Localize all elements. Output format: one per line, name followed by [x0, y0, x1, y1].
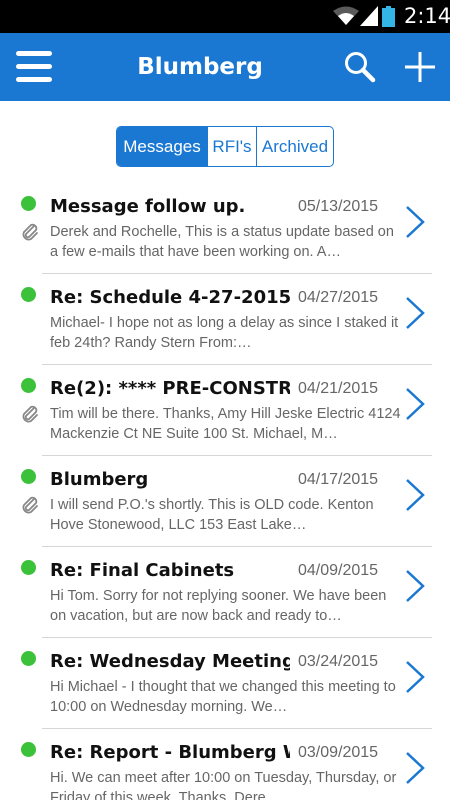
unread-dot [21, 469, 36, 484]
unread-dot [21, 196, 36, 211]
message-subject: Re: Wednesday Meeting [50, 651, 290, 672]
tab-messages[interactable]: Messages [117, 127, 207, 166]
menu-button[interactable] [14, 49, 54, 85]
battery-icon [382, 6, 395, 27]
message-preview: Hi Tom. Sorry for not replying sooner. W… [50, 588, 387, 624]
message-preview: I will send P.O.'s shortly. This is OLD … [50, 497, 374, 533]
message-date: 05/13/2015 [298, 198, 379, 215]
chevron-right-icon[interactable] [404, 751, 426, 785]
unread-dot [21, 378, 36, 393]
signal-icon [360, 6, 378, 26]
message-preview: Hi Michael - I thought that we changed t… [50, 679, 396, 715]
chevron-right-icon[interactable] [404, 296, 426, 330]
message-subject: Blumberg [50, 469, 149, 490]
message-row[interactable]: Re: Report - Blumberg W… 03/09/2015 Hi. … [0, 729, 450, 800]
chevron-right-icon[interactable] [404, 569, 426, 603]
chevron-right-icon[interactable] [404, 660, 426, 694]
message-row[interactable]: Re: Final Cabinets 04/09/2015 Hi Tom. So… [0, 547, 450, 638]
unread-dot [21, 287, 36, 302]
paperclip-icon [22, 496, 38, 514]
search-button[interactable] [342, 49, 378, 85]
message-subject: Re: Schedule 4-27-2015 [50, 287, 290, 308]
message-date: 04/17/2015 [298, 471, 379, 488]
page-title: Blumberg [137, 54, 263, 80]
add-button[interactable] [402, 49, 438, 85]
message-preview: Derek and Rochelle, This is a status upd… [50, 224, 394, 260]
app-bar: Blumberg [0, 33, 450, 101]
tab-bar: Messages RFI's Archived [116, 126, 334, 167]
message-row[interactable]: Message follow up. 05/13/2015 Derek and … [0, 183, 450, 274]
message-row[interactable]: Re: Schedule 4-27-2015 04/27/2015 Michae… [0, 274, 450, 365]
wifi-icon [333, 6, 359, 25]
status-time: 2:14 [404, 4, 450, 28]
message-date: 03/24/2015 [298, 653, 379, 670]
paperclip-icon [22, 223, 38, 241]
unread-dot [21, 742, 36, 757]
message-row[interactable]: Re(2): **** PRE-CONSTR… 04/21/2015 Tim w… [0, 365, 450, 456]
message-subject: Re(2): **** PRE-CONSTR… [50, 378, 290, 399]
message-date: 04/27/2015 [298, 289, 379, 306]
message-subject: Re: Final Cabinets [50, 560, 235, 581]
message-preview: Hi. We can meet after 10:00 on Tuesday, … [50, 770, 397, 800]
message-row[interactable]: Blumberg 04/17/2015 I will send P.O.'s s… [0, 456, 450, 547]
unread-dot [21, 651, 36, 666]
paperclip-icon [22, 405, 38, 423]
chevron-right-icon[interactable] [404, 478, 426, 512]
chevron-right-icon[interactable] [404, 387, 426, 421]
message-date: 04/21/2015 [298, 380, 379, 397]
message-date: 04/09/2015 [298, 562, 379, 579]
tab-archived[interactable]: Archived [256, 127, 333, 166]
chevron-right-icon[interactable] [404, 205, 426, 239]
message-subject: Re: Report - Blumberg W… [50, 742, 290, 763]
message-row[interactable]: Re: Wednesday Meeting 03/24/2015 Hi Mich… [0, 638, 450, 729]
message-preview: Tim will be there. Thanks, Amy Hill Jesk… [50, 406, 401, 442]
plus-icon [405, 52, 435, 82]
tab-rfis[interactable]: RFI's [207, 127, 256, 166]
status-bar: 2:14 [0, 0, 450, 33]
message-date: 03/09/2015 [298, 744, 379, 761]
message-subject: Message follow up. [50, 196, 246, 217]
message-list: Message follow up. 05/13/2015 Derek and … [0, 183, 450, 800]
message-preview: Michael- I hope not as long a delay as s… [50, 315, 399, 351]
search-icon [345, 52, 376, 83]
unread-dot [21, 560, 36, 575]
